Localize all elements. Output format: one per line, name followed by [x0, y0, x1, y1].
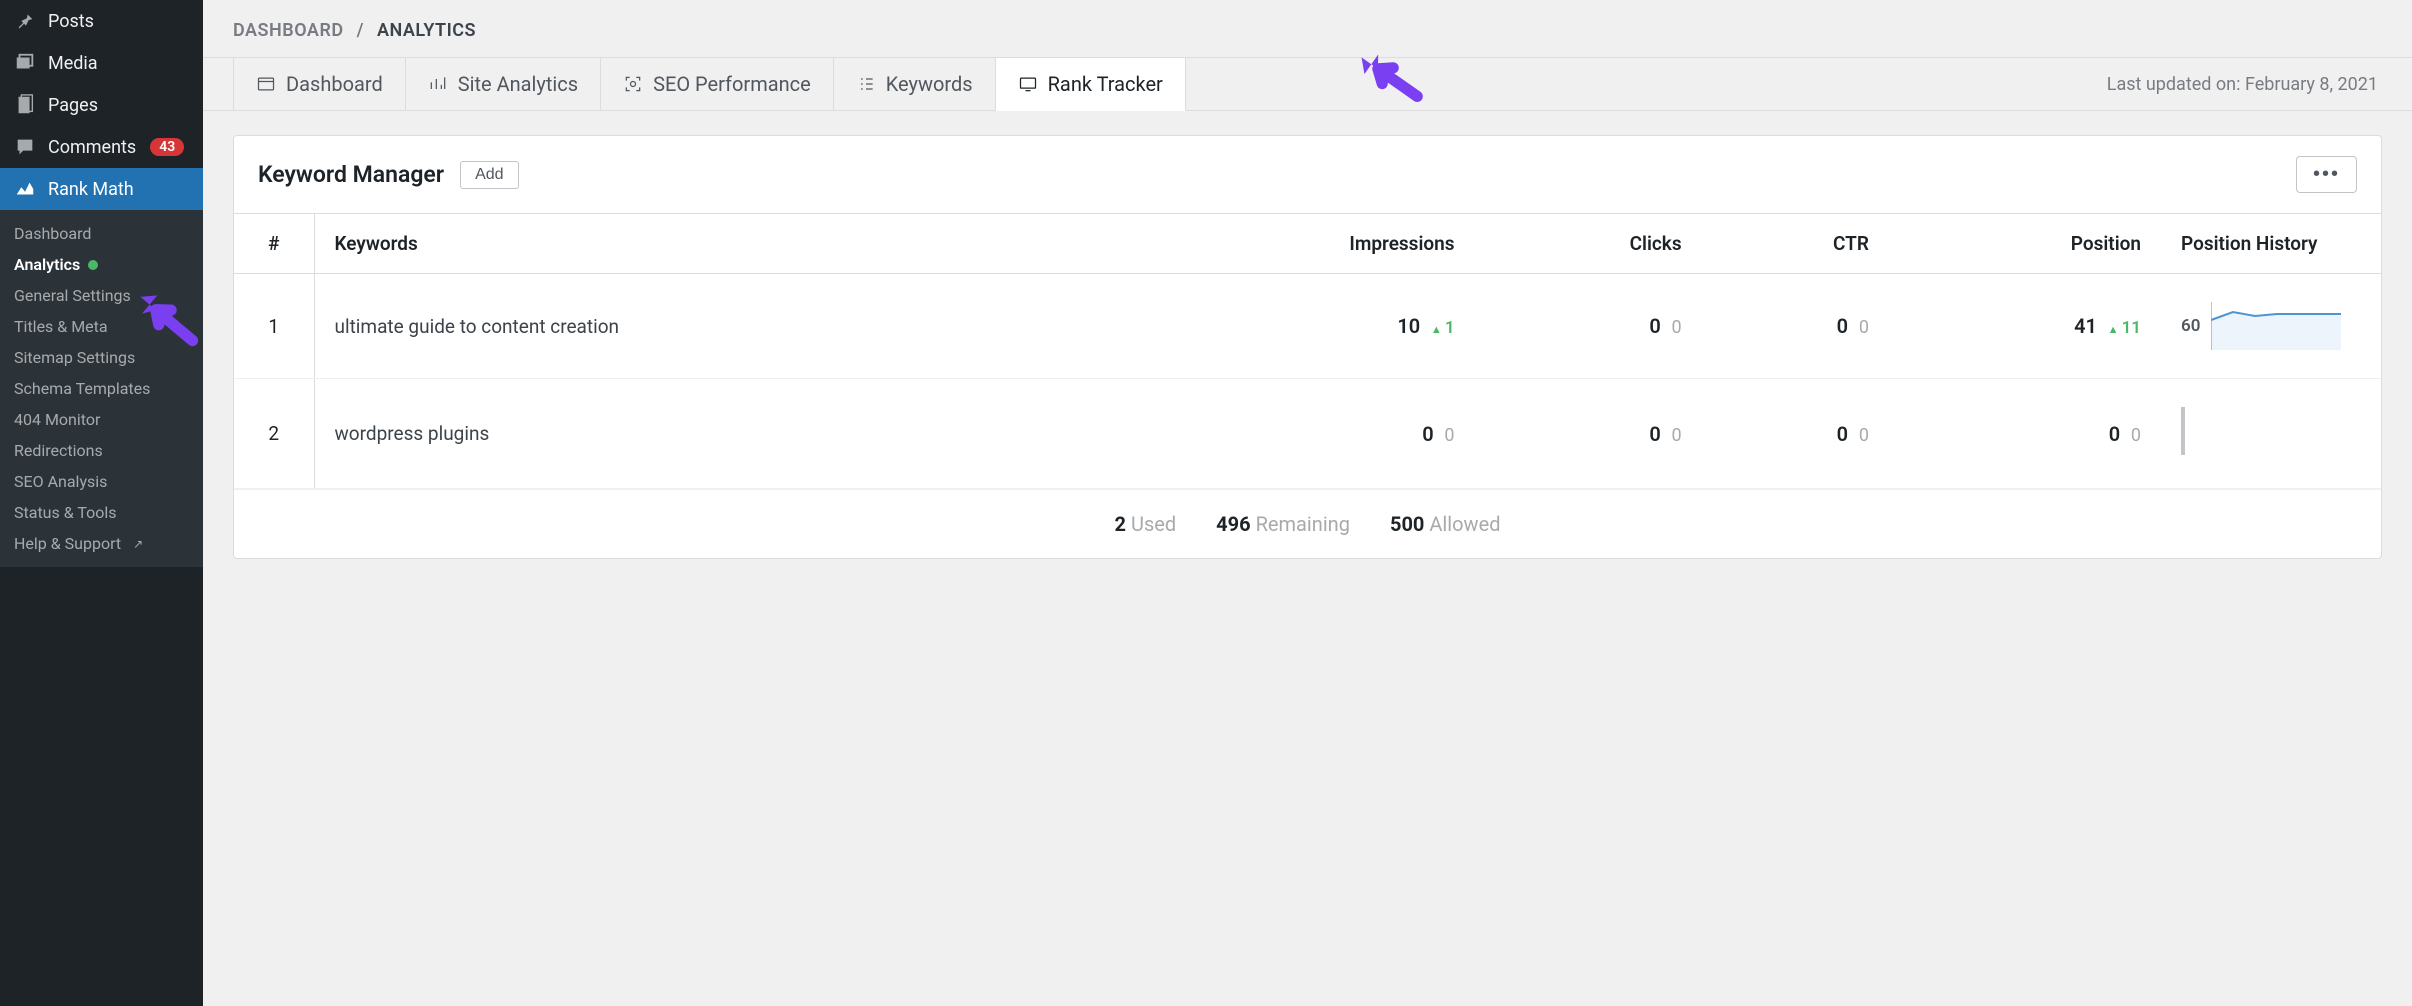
th-history[interactable]: Position History	[2161, 214, 2381, 274]
tab-seo-performance[interactable]: SEO Performance	[601, 58, 834, 110]
row-history: 60	[2161, 274, 2381, 379]
comments-badge: 43	[150, 138, 184, 156]
tab-site-analytics[interactable]: Site Analytics	[406, 58, 601, 110]
sidebar-label: Media	[48, 53, 98, 74]
row-num: 2	[234, 379, 314, 489]
row-impressions: 0 0	[1116, 379, 1474, 489]
sparkline-chart	[2211, 302, 2341, 350]
subitem-dashboard[interactable]: Dashboard	[0, 218, 203, 249]
footer-remaining: 496 Remaining	[1216, 512, 1350, 536]
subitem-status-tools[interactable]: Status & Tools	[0, 497, 203, 528]
admin-sidebar: Posts Media Pages Comments 43 Rank Math …	[0, 0, 203, 1006]
breadcrumb-root[interactable]: DASHBOARD	[233, 20, 344, 41]
sidebar-label: Rank Math	[48, 179, 134, 200]
row-history	[2161, 379, 2381, 489]
th-num[interactable]: #	[234, 214, 314, 274]
row-keyword[interactable]: wordpress plugins	[314, 379, 1116, 489]
subitem-help[interactable]: Help & Support↗	[0, 528, 203, 559]
th-impressions[interactable]: Impressions	[1116, 214, 1474, 274]
row-keyword[interactable]: ultimate guide to content creation	[314, 274, 1116, 379]
keyword-manager-card: Keyword Manager Add ••• # Keywords Impre…	[233, 135, 2382, 559]
row-num: 1	[234, 274, 314, 379]
tabs-row: Dashboard Site Analytics SEO Performance…	[203, 57, 2412, 111]
th-keywords[interactable]: Keywords	[314, 214, 1116, 274]
comment-icon	[14, 136, 36, 158]
list-icon	[856, 74, 876, 94]
sidebar-label: Pages	[48, 95, 98, 116]
chart-icon	[14, 178, 36, 200]
tab-rank-tracker[interactable]: Rank Tracker	[996, 58, 1186, 111]
row-position: 41 11	[1889, 274, 2161, 379]
row-position: 0 0	[1889, 379, 2161, 489]
keywords-table: # Keywords Impressions Clicks CTR Positi…	[234, 213, 2381, 489]
th-position[interactable]: Position	[1889, 214, 2161, 274]
subitem-404[interactable]: 404 Monitor	[0, 404, 203, 435]
add-keyword-button[interactable]: Add	[460, 161, 518, 189]
sidebar-item-comments[interactable]: Comments 43	[0, 126, 203, 168]
sidebar-item-pages[interactable]: Pages	[0, 84, 203, 126]
more-options-button[interactable]: •••	[2296, 156, 2357, 193]
main-content: DASHBOARD / ANALYTICS Dashboard Site Ana…	[203, 0, 2412, 1006]
dashboard-icon	[256, 74, 276, 94]
pin-icon	[14, 10, 36, 32]
sidebar-item-posts[interactable]: Posts	[0, 0, 203, 42]
row-ctr: 0 0	[1702, 274, 1889, 379]
breadcrumb: DASHBOARD / ANALYTICS	[203, 0, 2412, 57]
breadcrumb-sep: /	[357, 20, 364, 41]
table-row: 1 ultimate guide to content creation 10 …	[234, 274, 2381, 379]
tab-keywords[interactable]: Keywords	[834, 58, 996, 110]
external-link-icon: ↗	[133, 537, 143, 551]
table-row: 2 wordpress plugins 0 0 0 0 0 0	[234, 379, 2381, 489]
th-clicks[interactable]: Clicks	[1475, 214, 1702, 274]
footer-allowed: 500 Allowed	[1390, 512, 1501, 536]
sidebar-item-rankmath[interactable]: Rank Math	[0, 168, 203, 210]
th-ctr[interactable]: CTR	[1702, 214, 1889, 274]
subitem-schema[interactable]: Schema Templates	[0, 373, 203, 404]
page-icon	[14, 94, 36, 116]
subitem-redirections[interactable]: Redirections	[0, 435, 203, 466]
footer-used: 2 Used	[1115, 512, 1177, 536]
sidebar-item-media[interactable]: Media	[0, 42, 203, 84]
row-clicks: 0 0	[1475, 379, 1702, 489]
breadcrumb-current: ANALYTICS	[377, 20, 476, 41]
row-clicks: 0 0	[1475, 274, 1702, 379]
subitem-seo-analysis[interactable]: SEO Analysis	[0, 466, 203, 497]
card-header: Keyword Manager Add •••	[234, 136, 2381, 213]
row-ctr: 0 0	[1702, 379, 1889, 489]
last-updated: Last updated on: February 8, 2021	[2107, 74, 2382, 95]
monitor-icon	[1018, 74, 1038, 94]
sidebar-submenu: Dashboard Analytics General Settings Tit…	[0, 210, 203, 567]
sidebar-label: Comments	[48, 137, 136, 158]
subitem-analytics[interactable]: Analytics	[0, 249, 203, 280]
tab-dashboard[interactable]: Dashboard	[233, 58, 406, 110]
empty-sparkline	[2181, 407, 2185, 455]
card-title: Keyword Manager	[258, 161, 444, 188]
bar-chart-icon	[428, 74, 448, 94]
sidebar-label: Posts	[48, 11, 94, 32]
table-footer: 2 Used 496 Remaining 500 Allowed	[234, 489, 2381, 558]
row-impressions: 10 1	[1116, 274, 1474, 379]
media-icon	[14, 52, 36, 74]
focus-icon	[623, 74, 643, 94]
status-dot-icon	[88, 260, 98, 270]
